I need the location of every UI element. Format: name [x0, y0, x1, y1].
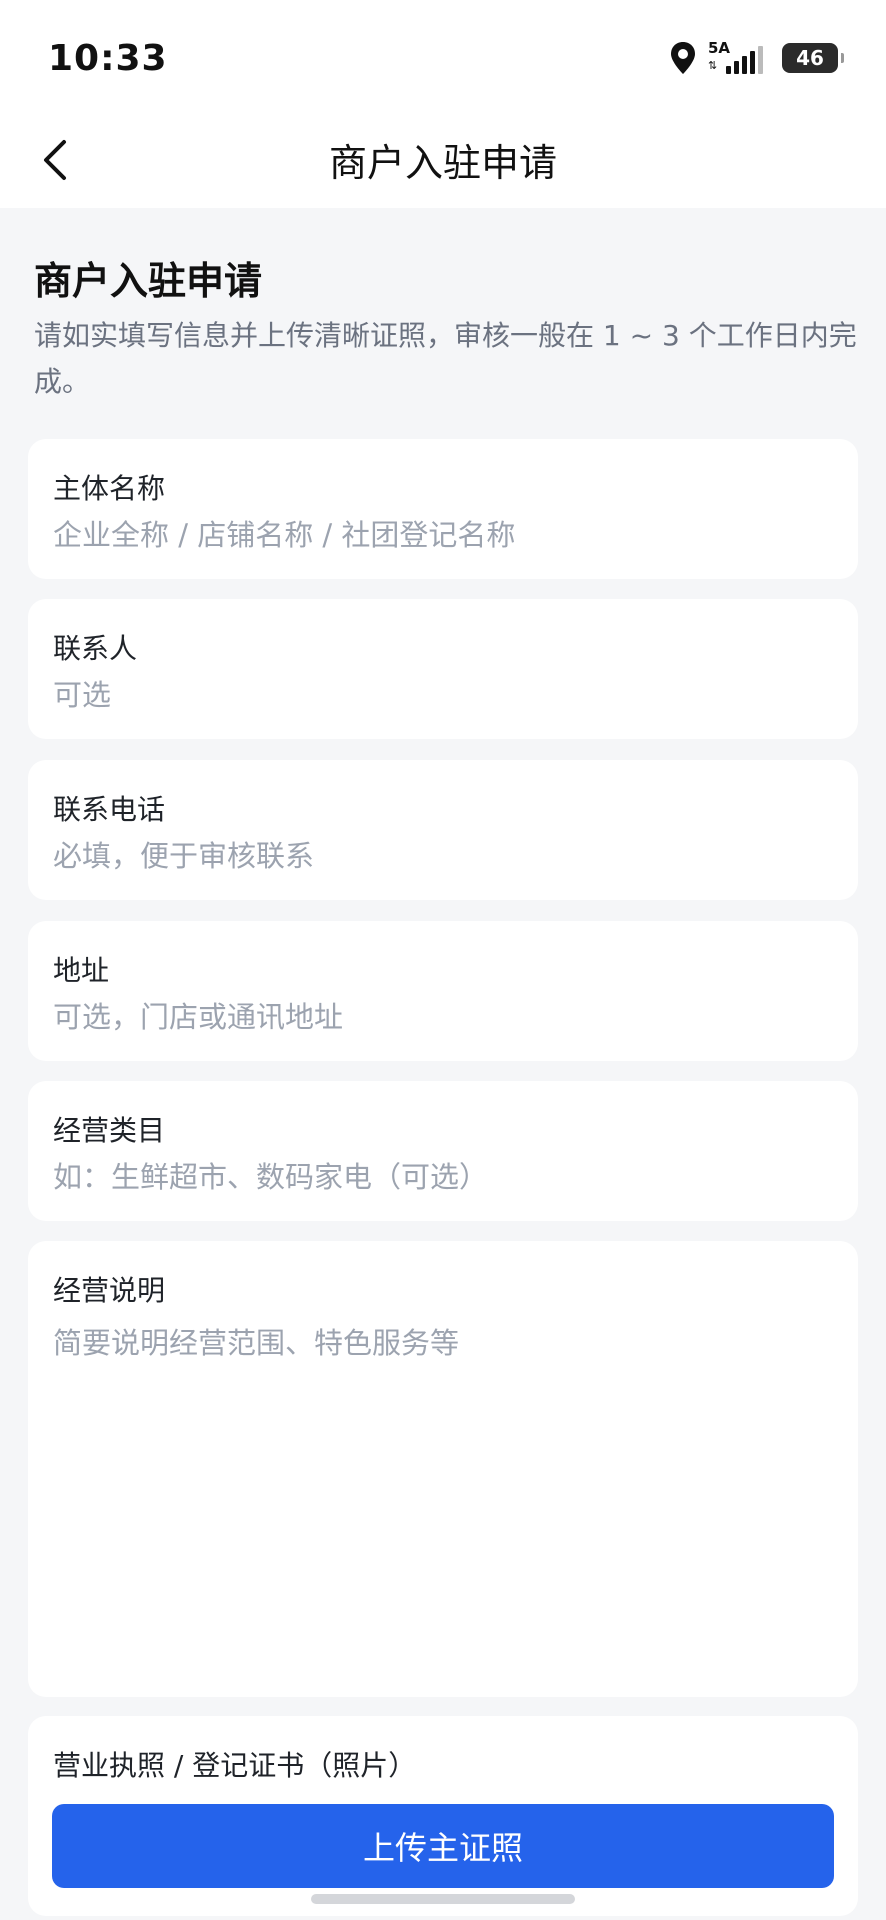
upload-license-button[interactable]: 上传主证照 — [52, 1804, 834, 1888]
address-label: 地址 — [53, 954, 110, 987]
entity-name-label: 主体名称 — [53, 472, 166, 505]
signal-icon: 5A ⇅ — [708, 40, 770, 76]
battery-icon: 46 — [782, 43, 844, 73]
contact-phone-input[interactable] — [53, 834, 833, 878]
nav-title: 商户入驻申请 — [328, 141, 557, 185]
status-time: 10:33 — [48, 38, 168, 79]
license-upload-card: 营业执照 / 登记证书（照片） 上传主证照 — [28, 1716, 858, 1916]
status-icons: 5A ⇅ 46 — [670, 40, 844, 76]
signal-bars — [726, 46, 763, 74]
entity-name-card: 主体名称 — [28, 439, 858, 579]
contact-person-input[interactable] — [53, 673, 833, 717]
data-arrows-icon: ⇅ — [708, 59, 718, 72]
business-description-textarea[interactable] — [53, 1323, 833, 1683]
address-card: 地址 — [28, 921, 858, 1061]
license-label: 营业执照 / 登记证书（照片） — [53, 1749, 417, 1782]
page-description: 请如实填写信息并上传清晰证照，审核一般在 1 ~ 3 个工作日内完成。 — [34, 319, 857, 398]
business-description-label: 经营说明 — [53, 1274, 166, 1307]
contact-phone-card: 联系电话 — [28, 760, 858, 900]
status-bar: 10:33 5A ⇅ 46 — [0, 0, 886, 112]
contact-phone-label: 联系电话 — [53, 793, 166, 826]
business-description-card: 经营说明 — [28, 1241, 858, 1697]
entity-name-input[interactable] — [53, 513, 833, 557]
nav-bar: 商户入驻申请 — [0, 112, 886, 208]
battery-level: 46 — [796, 46, 824, 70]
contact-person-card: 联系人 — [28, 599, 858, 739]
contact-person-label: 联系人 — [53, 632, 138, 665]
address-input[interactable] — [53, 995, 833, 1039]
page-heading: 商户入驻申请 — [34, 259, 263, 303]
business-category-card: 经营类目 — [28, 1081, 858, 1221]
business-category-input[interactable] — [53, 1155, 833, 1199]
home-indicator[interactable] — [311, 1894, 575, 1904]
business-category-label: 经营类目 — [53, 1114, 166, 1147]
location-icon — [670, 41, 696, 75]
